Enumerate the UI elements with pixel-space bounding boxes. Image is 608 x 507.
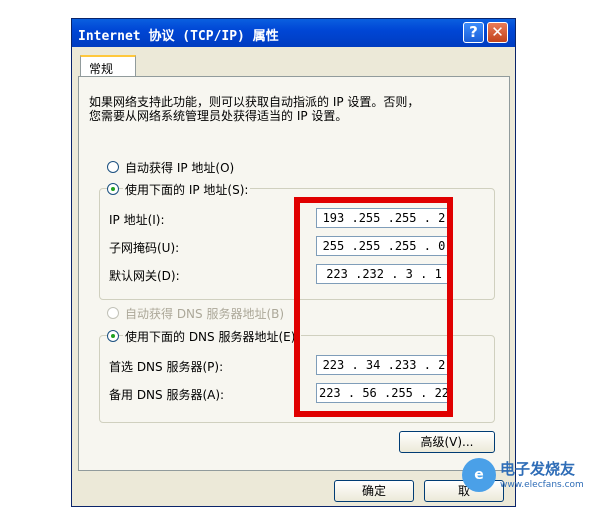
watermark: e 电子发烧友 www.elecfans.com: [462, 456, 608, 507]
watermark-url: www.elecfans.com: [500, 480, 584, 490]
ok-button[interactable]: 确定: [334, 480, 414, 502]
radio-selected-dot: [111, 187, 115, 191]
watermark-logo-icon: e: [462, 458, 496, 492]
manual-dns-label[interactable]: 使用下面的 DNS 服务器地址(E):: [123, 328, 302, 345]
window-title: Internet 协议 (TCP/IP) 属性: [78, 29, 279, 44]
auto-dns-radio: [107, 307, 119, 319]
tab-general[interactable]: 常规: [80, 55, 136, 77]
auto-dns-label: 自动获得 DNS 服务器地址(B): [125, 307, 285, 321]
ip-address-label: IP 地址(I):: [109, 213, 165, 227]
description-line-2: 您需要从网络系统管理员处获得适当的 IP 设置。: [89, 109, 348, 123]
default-gateway-label: 默认网关(D):: [109, 269, 180, 283]
manual-dns-radio[interactable]: [107, 330, 119, 342]
title-bar[interactable]: Internet 协议 (TCP/IP) 属性 ? ✕: [72, 19, 515, 47]
manual-ip-radio[interactable]: [107, 183, 119, 195]
highlight-box: [294, 197, 453, 417]
preferred-dns-label: 首选 DNS 服务器(P):: [109, 360, 224, 374]
advanced-button[interactable]: 高级(V)...: [399, 431, 495, 453]
help-button[interactable]: ?: [463, 22, 484, 43]
close-button[interactable]: ✕: [487, 22, 508, 43]
auto-ip-label[interactable]: 自动获得 IP 地址(O): [125, 159, 234, 176]
subnet-mask-label: 子网掩码(U):: [109, 241, 180, 255]
watermark-text: 电子发烧友: [500, 460, 576, 478]
auto-ip-radio[interactable]: [107, 161, 119, 173]
manual-ip-label[interactable]: 使用下面的 IP 地址(S):: [123, 181, 251, 198]
alternate-dns-label: 备用 DNS 服务器(A):: [109, 388, 225, 402]
radio-selected-dot: [111, 334, 115, 338]
